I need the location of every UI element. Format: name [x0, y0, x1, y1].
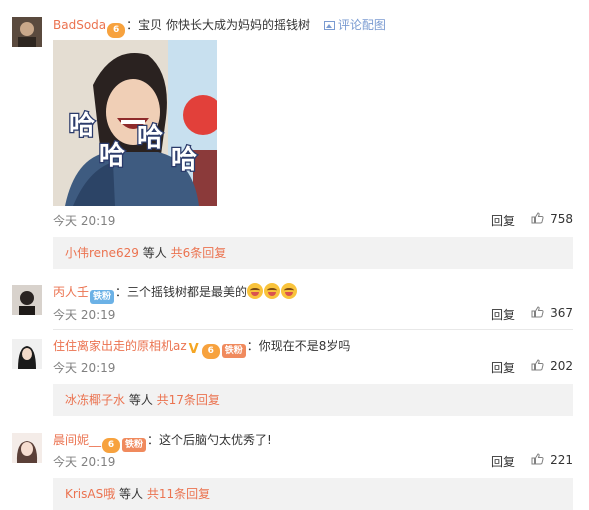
sub-replies-box[interactable]: 冰冻椰子水 等人 共17条回复	[53, 384, 573, 416]
sub-reply-username[interactable]: KrisAS哦	[65, 487, 115, 501]
vip-badge-icon[interactable]: 6	[102, 438, 121, 453]
comment-header: 晨间妮__ 6 铁粉 ：这个后脑勺太优秀了!	[53, 431, 573, 453]
view-replies-link[interactable]: 共11条回复	[147, 487, 210, 501]
sub-reply-username[interactable]: 冰冻椰子水	[65, 393, 125, 407]
fan-badge[interactable]: 铁粉	[90, 290, 115, 304]
like-button[interactable]: 367	[531, 306, 573, 320]
verified-v-icon: V	[188, 342, 199, 357]
reply-button[interactable]: 回复	[491, 359, 515, 376]
like-count: 367	[550, 306, 573, 320]
image-caption-text: 哈	[171, 145, 197, 175]
image-caption-text: 哈	[137, 123, 163, 153]
like-button[interactable]: 221	[531, 453, 573, 467]
comment-text: 这个后脑勺太优秀了!	[159, 433, 272, 447]
thumbs-up-icon	[531, 306, 544, 318]
timestamp: 今天 20:19	[53, 308, 116, 322]
timestamp: 今天 20:19	[53, 214, 116, 228]
avatar[interactable]	[12, 433, 42, 463]
username-link[interactable]: 丙人壬	[53, 285, 89, 299]
vip-badge-icon[interactable]: 6	[201, 344, 220, 359]
like-button[interactable]: 758	[531, 212, 573, 226]
sub-replies-box[interactable]: 小伟rene629 等人 共6条回复	[53, 237, 573, 269]
fan-badge[interactable]: 铁粉	[221, 344, 246, 358]
comment-text: 宝贝 你快长大成为妈妈的摇钱树	[138, 18, 310, 32]
avatar[interactable]	[12, 17, 42, 47]
like-count: 221	[550, 453, 573, 467]
sub-replies-box[interactable]: KrisAS哦 等人 共11条回复	[53, 478, 573, 510]
like-button[interactable]: 202	[531, 359, 573, 373]
laugh-emoji-icon	[264, 283, 281, 299]
like-count: 202	[550, 359, 573, 373]
comment-image[interactable]: 哈 哈 哈 哈	[53, 40, 217, 206]
image-caption-text: 哈	[99, 141, 125, 171]
sub-reply-username[interactable]: 小伟rene629	[65, 246, 139, 260]
thumbs-up-icon	[531, 359, 544, 371]
comment-text: 三个摇钱树都是最美的	[127, 285, 248, 299]
image-caption-text: 哈	[69, 111, 95, 141]
vip-badge-icon[interactable]: 6	[107, 23, 126, 38]
comment-meta: 今天 20:19 回复 367	[53, 306, 573, 322]
avatar[interactable]	[12, 339, 42, 369]
comment-header: 住住离家出走的原相机az V 6 铁粉 ：你现在不是8岁吗	[53, 339, 351, 359]
comment-meta: 今天 20:19 回复 758	[53, 212, 573, 228]
laugh-emoji-icon	[281, 283, 298, 299]
avatar[interactable]	[12, 285, 42, 315]
reply-button[interactable]: 回复	[491, 212, 515, 229]
username-link[interactable]: 住住离家出走的原相机az	[53, 339, 187, 353]
reply-button[interactable]: 回复	[491, 453, 515, 470]
view-replies-link[interactable]: 共6条回复	[171, 246, 227, 260]
comment-image-link[interactable]: 评论配图	[323, 18, 386, 32]
divider	[53, 329, 573, 330]
thumbs-up-icon	[531, 212, 544, 224]
comment-meta: 今天 20:19 回复 221	[53, 453, 573, 469]
image-icon	[323, 21, 335, 30]
username-link[interactable]: BadSoda	[53, 18, 106, 32]
fan-badge[interactable]: 铁粉	[122, 438, 147, 452]
view-replies-link[interactable]: 共17条回复	[157, 393, 220, 407]
comment-header: 丙人壬 铁粉 ：三个摇钱树都是最美的	[53, 283, 573, 304]
reply-button[interactable]: 回复	[491, 306, 515, 323]
timestamp: 今天 20:19	[53, 361, 116, 375]
thumbs-up-icon	[531, 453, 544, 465]
comment-meta: 今天 20:19 回复 202	[53, 359, 573, 375]
username-link[interactable]: 晨间妮__	[53, 433, 101, 447]
like-count: 758	[550, 212, 573, 226]
laugh-emoji-icon	[247, 283, 264, 299]
comment-header: BadSoda 6 ：宝贝 你快长大成为妈妈的摇钱树 评论配图	[53, 16, 573, 38]
comment-text: 你现在不是8岁吗	[258, 339, 351, 353]
timestamp: 今天 20:19	[53, 455, 116, 469]
